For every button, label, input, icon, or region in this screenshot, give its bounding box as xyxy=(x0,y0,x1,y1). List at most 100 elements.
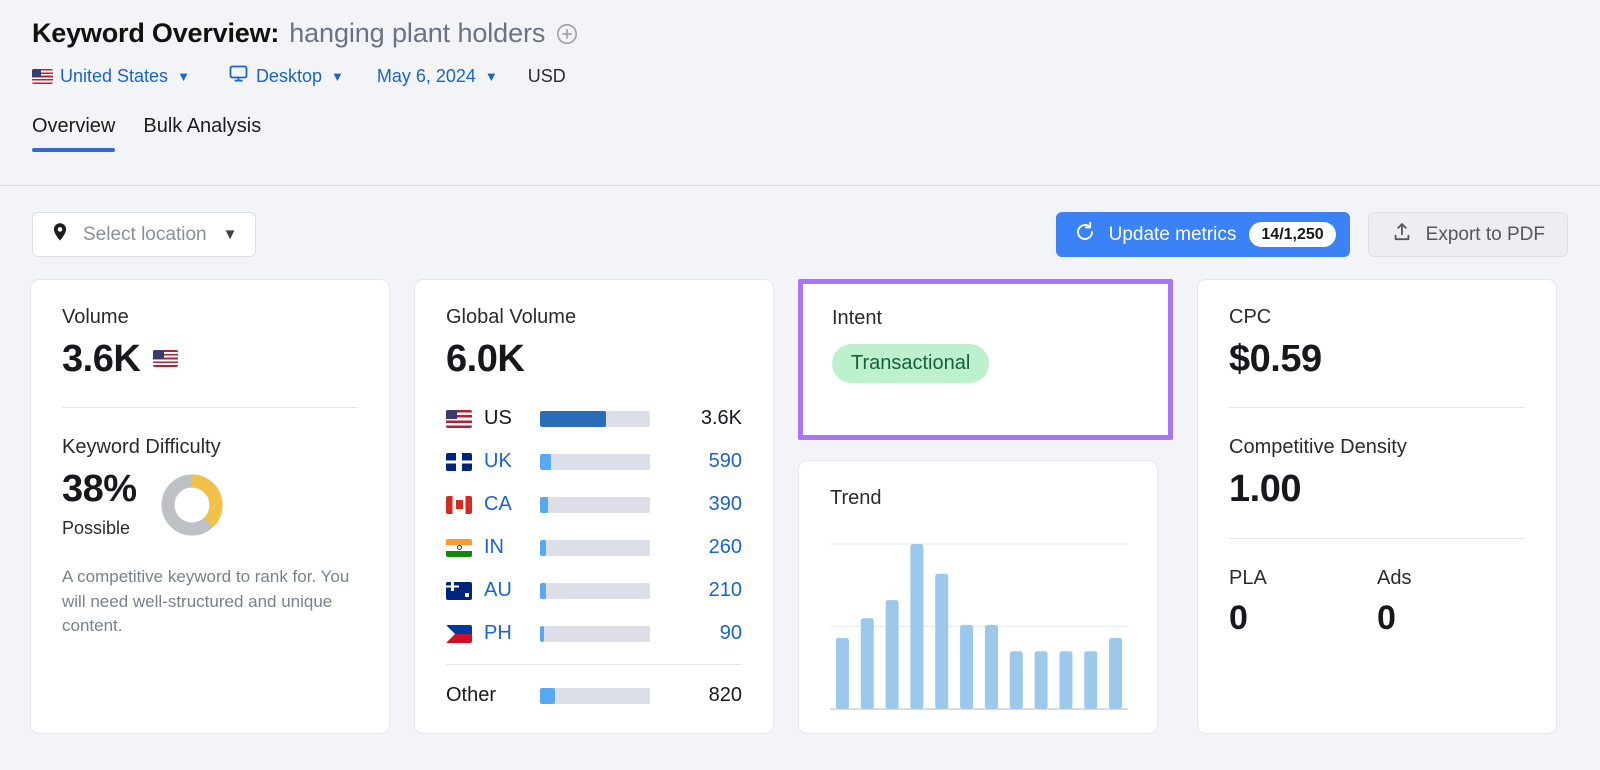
in-flag-icon xyxy=(446,539,472,557)
volume-bar-track xyxy=(540,454,650,470)
trend-bar xyxy=(1109,638,1122,709)
ca-flag-icon xyxy=(446,496,472,514)
trend-bar xyxy=(1059,651,1072,709)
keyword-difficulty-value: 38% xyxy=(62,468,137,511)
global-volume-divider xyxy=(446,664,742,665)
page-title-text: Keyword Overview: xyxy=(32,18,279,49)
trend-bar xyxy=(861,618,874,709)
volume-bar-fill xyxy=(540,626,544,642)
export-to-pdf-button[interactable]: Export to PDF xyxy=(1368,212,1568,257)
other-label: Other xyxy=(446,684,540,707)
volume-bar-fill xyxy=(540,540,546,556)
trend-bar xyxy=(985,625,998,709)
toolbar: Select location ▼ Update metrics 14/1,25… xyxy=(32,212,1568,257)
keyword-overview-page: Keyword Overview: hanging plant holders … xyxy=(0,0,1600,770)
volume-card: Volume 3.6K Keyword Difficulty 38% Possi… xyxy=(30,279,390,734)
update-metrics-button[interactable]: Update metrics 14/1,250 xyxy=(1056,212,1350,257)
chevron-down-icon: ▼ xyxy=(223,226,238,243)
other-value: 820 xyxy=(650,684,742,707)
device-selector[interactable]: Desktop ▼ xyxy=(228,63,344,89)
competitive-density-value: 1.00 xyxy=(1229,468,1525,511)
keyword-difficulty-status: Possible xyxy=(62,518,137,539)
country-volume: 90 xyxy=(650,622,742,645)
keyword-text: hanging plant holders xyxy=(289,18,545,49)
tab-bulk-analysis-label: Bulk Analysis xyxy=(143,115,261,137)
au-flag-icon xyxy=(446,582,472,600)
currency-label: USD xyxy=(528,66,566,87)
global-volume-row[interactable]: AU210 xyxy=(446,569,742,612)
trend-bar xyxy=(935,574,948,709)
country-selector[interactable]: United States ▼ xyxy=(32,66,190,87)
global-volume-other-row: Other 820 xyxy=(446,674,742,717)
chevron-down-icon: ▼ xyxy=(485,69,498,84)
trend-label: Trend xyxy=(830,487,1126,510)
ads-label: Ads xyxy=(1377,567,1525,590)
tab-bar: Overview Bulk Analysis xyxy=(32,115,1600,152)
difficulty-donut-chart xyxy=(159,472,225,543)
country-code: AU xyxy=(484,579,540,602)
location-select[interactable]: Select location ▼ xyxy=(32,212,256,257)
toolbar-actions: Update metrics 14/1,250 Export to PDF xyxy=(1056,212,1568,257)
cpc-card: CPC $0.59 Competitive Density 1.00 PLA 0… xyxy=(1197,279,1557,734)
intent-trend-column: Intent Transactional Trend xyxy=(798,279,1173,734)
trend-bar xyxy=(1084,651,1097,709)
other-bar-track xyxy=(540,688,650,704)
country-volume: 260 xyxy=(650,536,742,559)
country-code: PH xyxy=(484,622,540,645)
country-code: UK xyxy=(484,450,540,473)
volume-bar-fill xyxy=(540,583,546,599)
pla-value: 0 xyxy=(1229,599,1377,638)
intent-card: Intent Transactional xyxy=(803,284,1168,383)
country-code: IN xyxy=(484,536,540,559)
global-volume-row[interactable]: CA 390 xyxy=(446,483,742,526)
pla-ads-row: PLA 0 Ads 0 xyxy=(1229,567,1525,638)
keyword-difficulty-label: Keyword Difficulty xyxy=(62,436,358,459)
device-label: Desktop xyxy=(256,66,322,87)
metric-cards-row: Volume 3.6K Keyword Difficulty 38% Possi… xyxy=(30,279,1557,734)
intent-label: Intent xyxy=(832,307,1139,330)
pla-metric: PLA 0 xyxy=(1229,567,1377,638)
trend-bar-chart xyxy=(830,532,1126,717)
volume-bar-track xyxy=(540,497,650,513)
volume-bar-fill xyxy=(540,454,551,470)
global-volume-row[interactable]: PH 90 xyxy=(446,612,742,655)
competitive-density-label: Competitive Density xyxy=(1229,436,1525,459)
map-pin-icon xyxy=(49,221,71,248)
country-label: United States xyxy=(60,66,168,87)
ph-flag-icon xyxy=(446,625,472,643)
volume-bar-track xyxy=(540,540,650,556)
country-code: US xyxy=(484,407,540,430)
cpc-value: $0.59 xyxy=(1229,338,1525,381)
us-flag-icon xyxy=(32,69,53,84)
tab-bar-divider xyxy=(0,185,1600,186)
volume-bar-track xyxy=(540,583,650,599)
tab-overview[interactable]: Overview xyxy=(32,115,115,152)
country-volume: 3.6K xyxy=(650,407,742,430)
date-selector[interactable]: May 6, 2024 ▼ xyxy=(377,66,498,87)
country-volume: 390 xyxy=(650,493,742,516)
ads-metric: Ads 0 xyxy=(1377,567,1525,638)
chevron-down-icon: ▼ xyxy=(331,69,344,84)
update-metrics-count-badge: 14/1,250 xyxy=(1249,222,1335,248)
desktop-icon xyxy=(228,63,249,89)
global-volume-row[interactable]: US 3.6K xyxy=(446,397,742,440)
trend-bar xyxy=(910,544,923,709)
volume-value-row: 3.6K xyxy=(62,329,358,381)
volume-bar-fill xyxy=(540,411,606,427)
keyword-difficulty-row: 38% Possible xyxy=(62,468,358,543)
chevron-down-icon: ▼ xyxy=(177,69,190,84)
country-code: CA xyxy=(484,493,540,516)
global-volume-row[interactable]: IN 260 xyxy=(446,526,742,569)
location-placeholder: Select location xyxy=(83,224,207,246)
country-volume: 590 xyxy=(650,450,742,473)
volume-bar-track xyxy=(540,411,650,427)
page-header: Keyword Overview: hanging plant holders … xyxy=(0,0,1600,89)
global-volume-row[interactable]: UK 590 xyxy=(446,440,742,483)
us-flag-icon xyxy=(153,350,178,367)
circle-plus-icon[interactable] xyxy=(556,23,578,45)
intent-card-highlight: Intent Transactional xyxy=(798,279,1173,440)
intent-badge[interactable]: Transactional xyxy=(832,344,989,383)
trend-bar xyxy=(1035,651,1048,709)
trend-bar xyxy=(1010,651,1023,709)
tab-bulk-analysis[interactable]: Bulk Analysis xyxy=(143,115,261,152)
